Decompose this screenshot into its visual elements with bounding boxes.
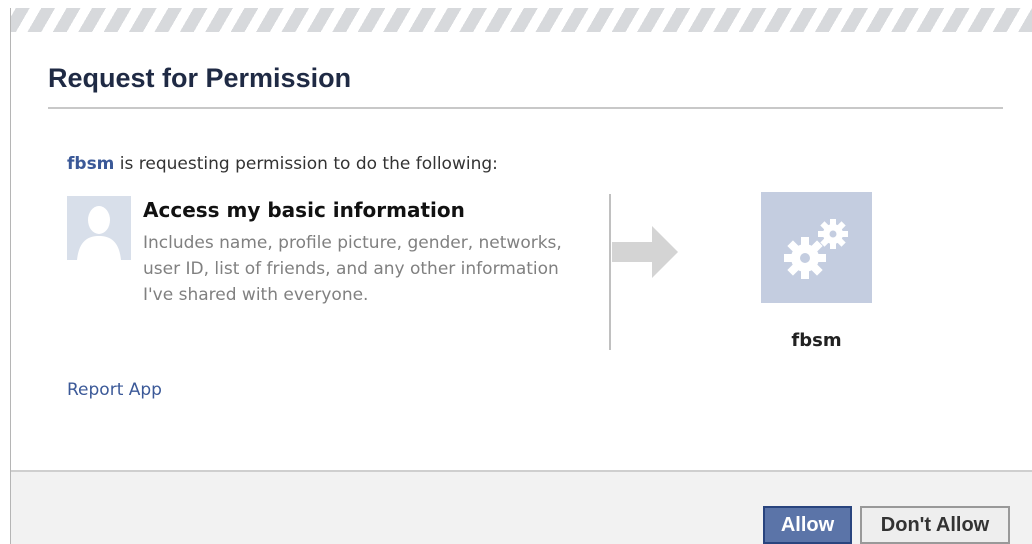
- report-app-link[interactable]: Report App: [67, 380, 162, 400]
- dialog-footer: Allow Don't Allow: [11, 470, 1032, 544]
- vertical-divider: [609, 194, 611, 350]
- allow-button[interactable]: Allow: [763, 506, 852, 544]
- intro-text: is requesting permission to do the follo…: [114, 154, 498, 174]
- permission-title: Access my basic information: [143, 198, 465, 222]
- permission-description: Includes name, profile picture, gender, …: [143, 233, 562, 305]
- title-divider: [48, 107, 1003, 109]
- dialog-title: Request for Permission: [48, 63, 352, 93]
- default-profile-silhouette-icon: [67, 196, 131, 260]
- permission-dialog: Request for Permission fbsm is requestin…: [10, 8, 1032, 544]
- dialog-top-stripe: [11, 8, 1032, 32]
- arrow-right-icon: [612, 226, 678, 278]
- gears-icon: [761, 192, 872, 303]
- dont-allow-button[interactable]: Don't Allow: [860, 506, 1010, 544]
- app-name-link[interactable]: fbsm: [67, 154, 114, 174]
- app-name-label: fbsm: [791, 330, 842, 351]
- permission-intro: fbsm is requesting permission to do the …: [67, 154, 498, 174]
